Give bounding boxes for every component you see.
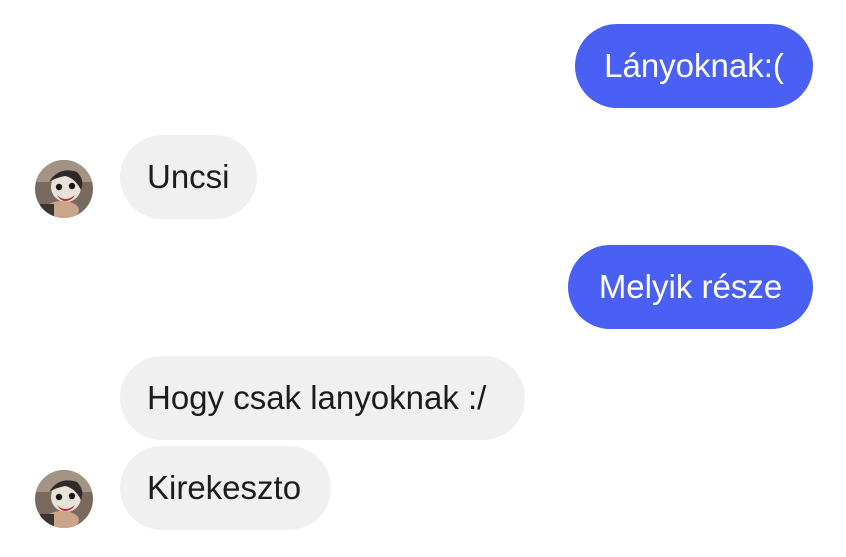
chat-thread: Lányoknak:( Uncsi Melyik része Hogy csak…	[0, 0, 846, 557]
outgoing-message-bubble[interactable]: Lányoknak:(	[575, 24, 813, 108]
contact-avatar[interactable]	[35, 160, 93, 218]
incoming-message-bubble[interactable]: Kirekeszto	[120, 446, 331, 530]
avatar-image	[35, 470, 93, 528]
incoming-message-bubble[interactable]: Hogy csak lanyoknak :/	[120, 356, 525, 440]
avatar-image	[35, 160, 93, 218]
contact-avatar[interactable]	[35, 470, 93, 528]
outgoing-message-bubble[interactable]: Melyik része	[568, 245, 813, 329]
incoming-message-bubble[interactable]: Uncsi	[120, 135, 257, 219]
